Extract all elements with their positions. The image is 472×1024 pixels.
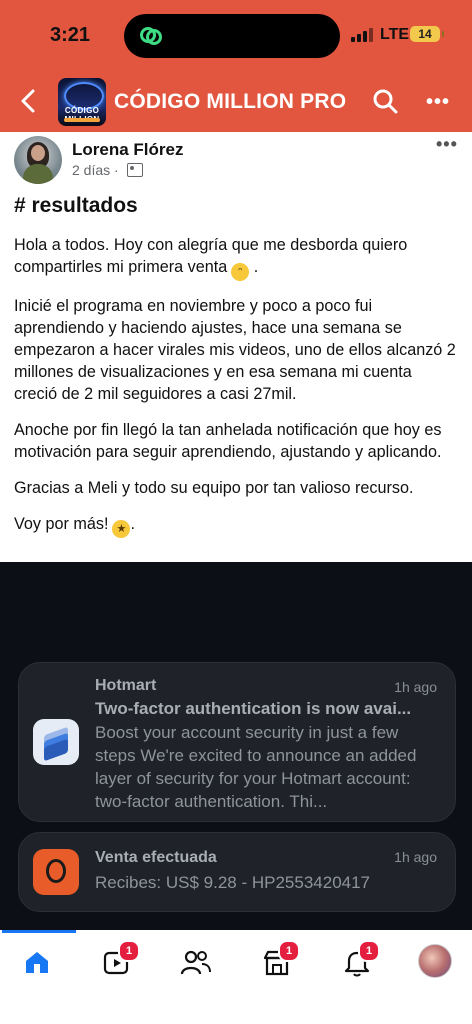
group-logo[interactable]: CÓDIGO MILLION xyxy=(58,78,106,126)
tab-notifications[interactable]: 1 xyxy=(338,940,380,980)
group-title[interactable]: CÓDIGO MILLION PRO xyxy=(114,90,346,114)
post-heading: # resultados xyxy=(14,194,138,217)
battery-icon: 14 xyxy=(410,26,444,42)
friends-icon xyxy=(180,950,211,975)
cellular-signal-icon xyxy=(351,28,373,42)
tab-home[interactable] xyxy=(18,944,58,980)
notification-body: Recibes: US$ 9.28 - HP2553420417 xyxy=(95,873,371,892)
video-badge: 1 xyxy=(118,940,140,962)
marketplace-badge: 1 xyxy=(278,940,300,962)
network-label: LTE xyxy=(380,26,410,43)
notification-hotmart[interactable]: Hotmart 1h ago Two-factor authentication… xyxy=(18,662,456,822)
profile-avatar[interactable] xyxy=(418,944,452,978)
notification-overlay: Hotmart 1h ago Two-factor authentication… xyxy=(0,562,472,930)
hotmart-app-icon xyxy=(33,719,79,765)
group-members-icon xyxy=(126,163,143,177)
post-paragraph: Inicié el programa en noviembre y poco a… xyxy=(14,297,456,403)
tab-friends[interactable] xyxy=(178,944,218,980)
notification-time: 1h ago xyxy=(394,679,437,695)
post-paragraph: Anoche por fin llegó la tan anhelada not… xyxy=(14,421,442,461)
post-paragraph: Gracias a Meli y todo su equipo por tan … xyxy=(14,479,414,497)
notification-title: Two-factor authentication is now avai... xyxy=(95,699,412,718)
author-name[interactable]: Lorena Flórez xyxy=(72,140,183,160)
tab-video[interactable]: 1 xyxy=(98,940,140,980)
post-paragraph: Hola a todos. Hoy con alegría que me des… xyxy=(14,234,458,281)
post-time[interactable]: 2 días xyxy=(72,162,110,178)
bottom-tab-bar: 1 1 1 xyxy=(0,930,472,1024)
post-body: Hola a todos. Hoy con alegría que me des… xyxy=(14,234,458,552)
notification-app-name: Hotmart xyxy=(95,677,157,694)
grinning-face-emoji-icon: ᵔ xyxy=(231,263,250,281)
logo-bar-icon xyxy=(64,118,100,122)
meta-separator: · xyxy=(114,162,119,178)
link-app-icon xyxy=(140,27,162,45)
post-card: Lorena Flórez 2 días · ••• # resultados … xyxy=(0,132,472,562)
group-header: CÓDIGO MILLION CÓDIGO MILLION PRO ••• xyxy=(0,72,472,132)
notification-sale[interactable]: Venta efectuada 1h ago Recibes: US$ 9.28… xyxy=(18,832,456,912)
home-icon xyxy=(26,952,48,973)
notification-time: 1h ago xyxy=(394,849,437,865)
notification-app-name: Venta efectuada xyxy=(95,849,217,866)
post-options-icon[interactable]: ••• xyxy=(436,134,458,155)
hotmart-flame-icon xyxy=(33,849,79,895)
back-chevron-icon[interactable] xyxy=(18,88,40,114)
author-avatar[interactable] xyxy=(14,136,62,184)
notification-body: Boost your account security in just a fe… xyxy=(95,723,417,811)
tab-marketplace[interactable]: 1 xyxy=(258,940,300,980)
more-options-icon[interactable]: ••• xyxy=(426,92,450,112)
status-time: 3:21 xyxy=(50,24,91,46)
post-meta: 2 días · xyxy=(72,162,143,178)
star-struck-emoji-icon: ★ xyxy=(112,520,131,538)
active-tab-indicator xyxy=(2,930,76,933)
status-bar: 3:21 LTE 14 xyxy=(0,0,472,72)
post-paragraph: Voy por más! ★. xyxy=(14,513,458,538)
search-icon[interactable] xyxy=(372,88,398,114)
notifications-badge: 1 xyxy=(358,940,380,962)
dynamic-island xyxy=(124,14,340,58)
